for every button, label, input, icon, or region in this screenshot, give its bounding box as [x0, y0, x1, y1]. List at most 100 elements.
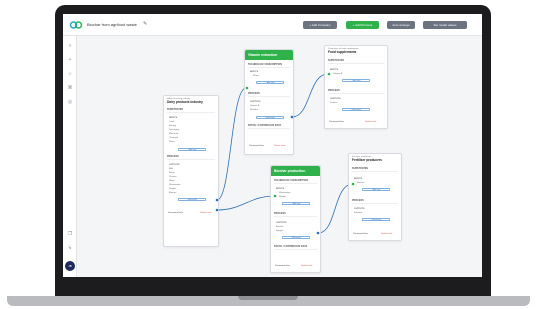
add-process-button[interactable]: + Add Process: [346, 21, 379, 29]
document-links[interactable]: Document links: [168, 212, 183, 214]
input-item[interactable]: Land: [169, 121, 174, 123]
card-dairy-header: Milk processing industry Dairy products …: [164, 96, 218, 106]
document-links[interactable]: Document links: [353, 233, 368, 235]
add-output-button[interactable]: + Add output: [256, 116, 284, 119]
section-substrates[interactable]: SUBSTRATES: [167, 108, 215, 113]
delete-card-button[interactable]: Delete card: [274, 145, 285, 147]
delete-card-button[interactable]: Delete card: [381, 233, 392, 235]
delete-card-button[interactable]: Delete card: [200, 212, 211, 214]
card-title[interactable]: Biochar production: [271, 166, 320, 176]
add-input-button[interactable]: + Add input: [362, 188, 390, 191]
card-title[interactable]: Dairy products industry: [167, 100, 215, 104]
card-fertiliser[interactable]: Fertiliser production Fertiliser produce…: [348, 153, 402, 241]
output-item[interactable]: Cheese: [169, 176, 177, 178]
section-batch[interactable]: BATCH / CONTINUOUS DATA: [248, 124, 290, 129]
card-food-supplements[interactable]: Production of food supplements Food supp…: [324, 45, 388, 129]
chevron-icon[interactable]: »: [66, 42, 74, 50]
input-item[interactable]: Water: [169, 141, 175, 143]
document-links[interactable]: Document links: [329, 121, 344, 123]
database-icon[interactable]: ◎: [66, 98, 74, 106]
card-vitamin[interactable]: Vitamin extraction TECHNOLOGY DESCRIPTIO…: [244, 49, 294, 155]
wire-whey-vitamin: [216, 87, 247, 201]
add-output-button[interactable]: + Add output: [178, 198, 206, 201]
outputs-label: OUTPUTS: [276, 222, 287, 224]
document-links[interactable]: Document links: [275, 265, 290, 267]
inputs-label: INPUTS: [169, 117, 178, 119]
input-item[interactable]: Whey: [253, 75, 259, 77]
bulb-icon[interactable]: ☼: [66, 70, 74, 78]
card-title[interactable]: Food supplements: [328, 50, 384, 54]
input-item[interactable]: Biochar: [357, 182, 364, 184]
output-item[interactable]: Vitamin B: [250, 105, 259, 107]
output-item[interactable]: Milk: [169, 168, 173, 170]
section-process[interactable]: PROCESS: [248, 92, 290, 97]
route-icon[interactable]: ↳: [66, 244, 74, 252]
add-output-button[interactable]: + Add output: [342, 108, 370, 111]
card-title[interactable]: Fertiliser producers: [352, 158, 398, 162]
input-item[interactable]: Energy: [169, 125, 176, 127]
output-item[interactable]: Sludge: [169, 188, 176, 190]
output-item[interactable]: Manure: [169, 192, 176, 194]
add-output-button[interactable]: + Add output: [362, 218, 390, 221]
input-item[interactable]: Wastewater: [279, 192, 290, 194]
copy-icon[interactable]: ❐: [66, 230, 74, 238]
network-icon[interactable]: ⌘: [66, 84, 74, 92]
add-company-button[interactable]: + Add Company: [303, 21, 337, 29]
card-dairy[interactable]: Milk processing industry Dairy products …: [163, 95, 219, 247]
wire-vitamin-food: [291, 73, 329, 118]
user-avatar[interactable]: JB: [65, 261, 75, 271]
output-item[interactable]: Fertiliser: [354, 212, 362, 214]
delete-card-button[interactable]: Delete card: [301, 265, 312, 267]
output-item[interactable]: Butter: [169, 172, 175, 174]
input-item[interactable]: Vitamin B: [333, 73, 342, 75]
section-technology[interactable]: TECHNOLOGY DESCRIPTION: [248, 63, 290, 68]
input-item[interactable]: Chemical: [169, 137, 178, 139]
input-item[interactable]: Sludge: [279, 196, 286, 198]
output-item[interactable]: Residue: [250, 109, 258, 111]
add-input-button[interactable]: + Add input: [256, 81, 284, 84]
card-fertiliser-header: Fertiliser production Fertiliser produce…: [349, 154, 401, 164]
auto-arrange-button[interactable]: Auto arrange: [387, 21, 415, 29]
add-output-button[interactable]: + Add output: [282, 236, 310, 239]
outputs-label: OUTPUTS: [330, 98, 341, 100]
outputs-label: OUTPUTS: [250, 101, 261, 103]
input-item[interactable]: Packaging: [169, 129, 179, 131]
section-batch[interactable]: BATCH / CONTINUOUS DATA: [274, 245, 317, 250]
add-input-button[interactable]: + Add input: [282, 202, 310, 205]
outputs-label: OUTPUTS: [169, 164, 180, 166]
section-process[interactable]: PROCESS: [352, 199, 398, 204]
add-input-button[interactable]: + Add input: [178, 148, 206, 151]
project-title[interactable]: Biochar from agrifood waste: [87, 22, 137, 27]
card-title[interactable]: Vitamin extraction: [245, 50, 293, 60]
output-item[interactable]: Product: [330, 102, 338, 104]
inputs-label: INPUTS: [250, 71, 259, 73]
output-item[interactable]: Biochar: [276, 226, 283, 228]
section-substrates[interactable]: SUBSTRATES: [328, 59, 384, 64]
output-item[interactable]: Syngas: [276, 230, 283, 232]
output-item[interactable]: Wastewater: [169, 184, 180, 186]
edit-icon[interactable]: ✎: [143, 21, 147, 27]
laptop-notch: [238, 296, 298, 300]
app-logo-icon[interactable]: [69, 19, 83, 31]
input-item[interactable]: Electricity: [169, 133, 178, 135]
card-biochar[interactable]: Biochar production TECHNOLOGY DESCRIPTIO…: [270, 165, 321, 273]
left-rail: » + ☼ ⌘ ◎ ❐ ↳ JB: [63, 36, 77, 277]
outputs-label: OUTPUTS: [354, 208, 365, 210]
inputs-label: INPUTS: [354, 178, 363, 180]
section-process[interactable]: PROCESS: [274, 212, 317, 217]
wire-dairy-biochar: [216, 195, 276, 211]
card-food-header: Production of food supplements Food supp…: [325, 46, 387, 56]
section-substrates[interactable]: SUBSTRATES: [352, 167, 398, 172]
section-process[interactable]: PROCESS: [328, 89, 384, 94]
plus-icon[interactable]: +: [66, 56, 74, 64]
app-screen: Biochar from agrifood waste ✎ + Add Comp…: [63, 14, 482, 277]
inputs-label: INPUTS: [330, 69, 339, 71]
set-model-values-button[interactable]: Set model values: [423, 21, 467, 29]
output-item[interactable]: Whey: [169, 180, 175, 182]
add-input-button[interactable]: + Add input: [342, 79, 370, 82]
top-bar: Biochar from agrifood waste ✎ + Add Comp…: [63, 14, 482, 36]
section-process[interactable]: PROCESS: [167, 155, 215, 160]
delete-card-button[interactable]: Delete card: [365, 121, 376, 123]
section-technology[interactable]: TECHNOLOGY DESCRIPTION: [274, 179, 317, 184]
document-links[interactable]: Document links: [249, 145, 264, 147]
